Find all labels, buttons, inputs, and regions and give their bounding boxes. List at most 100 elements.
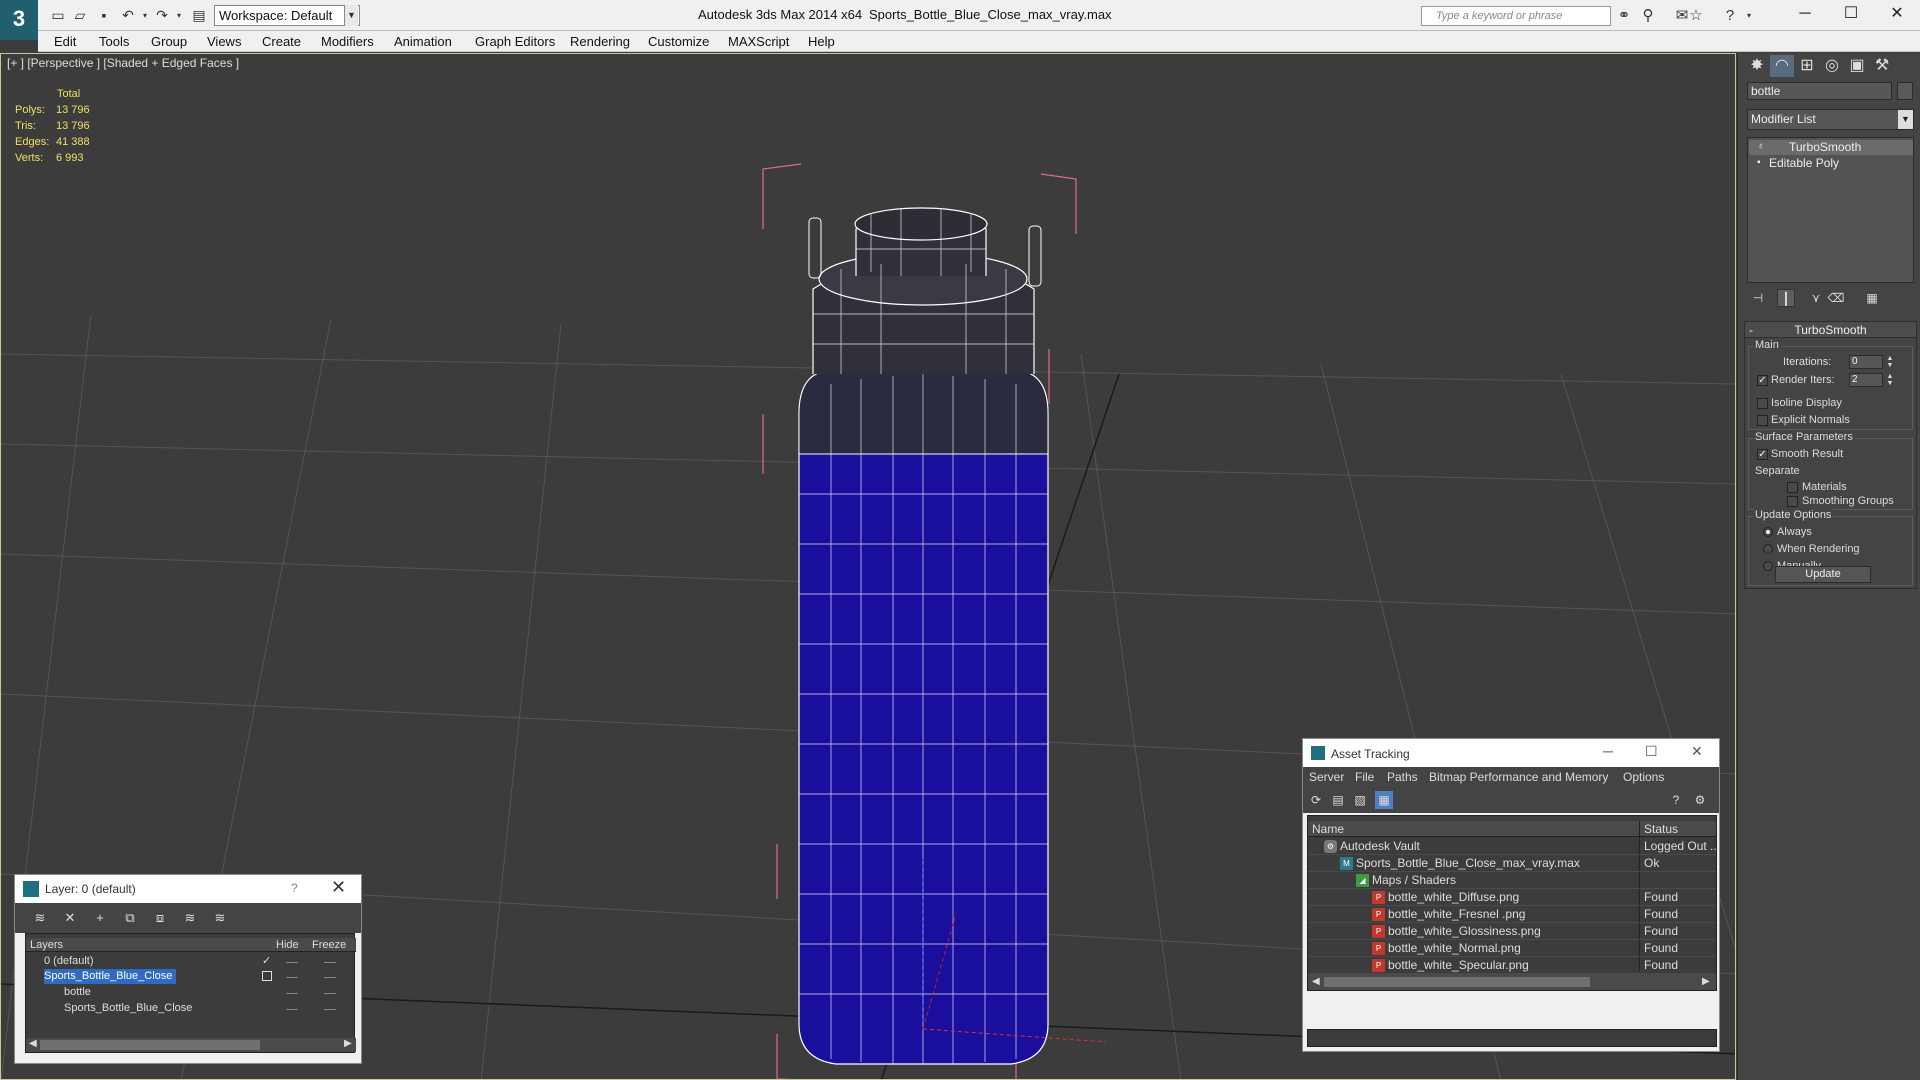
menu-bitmap-performance[interactable]: Bitmap Performance and Memory bbox=[1429, 770, 1608, 784]
search-input[interactable]: Type a keyword or phrase bbox=[1421, 6, 1611, 26]
asset-row[interactable]: M Sports_Bottle_Blue_Close_max_vray.max … bbox=[1308, 855, 1716, 872]
menu-rendering[interactable]: Rendering bbox=[570, 34, 630, 49]
hierarchy-tab-icon[interactable]: ⊞ bbox=[1795, 55, 1819, 77]
remove-modifier-icon[interactable]: ⌫ bbox=[1827, 289, 1845, 307]
asset-row[interactable]: ◢ Maps / Shaders bbox=[1308, 872, 1716, 889]
chevron-down-icon[interactable]: ▼ bbox=[1898, 110, 1913, 129]
asset-row[interactable]: P bottle_white_Specular.png Found bbox=[1308, 957, 1716, 974]
asset-window-titlebar[interactable]: Asset Tracking ─ ☐ ✕ bbox=[1303, 739, 1719, 767]
show-end-result-icon[interactable]: ┃ bbox=[1777, 289, 1795, 307]
subscription-icon[interactable]: ⚲ bbox=[1638, 6, 1658, 26]
horizontal-scrollbar[interactable]: ◀ ▶ bbox=[1308, 974, 1716, 990]
help-dropdown-icon[interactable]: ▾ bbox=[1739, 6, 1759, 26]
isoline-display-checkbox[interactable] bbox=[1757, 398, 1768, 409]
spinner-arrows-icon[interactable]: ▲ ▼ bbox=[1885, 355, 1895, 369]
manually-radio[interactable] bbox=[1763, 561, 1773, 571]
delete-layer-icon[interactable]: ✕ bbox=[61, 909, 79, 927]
scroll-right-icon[interactable]: ▶ bbox=[344, 1038, 352, 1049]
update-button[interactable]: Update bbox=[1775, 566, 1871, 583]
motion-tab-icon[interactable]: ◎ bbox=[1820, 55, 1844, 77]
render-iters-spinner[interactable]: 2 bbox=[1849, 373, 1883, 387]
render-iters-checkbox[interactable]: ✓ bbox=[1757, 375, 1768, 386]
save-file-icon[interactable]: ▪ bbox=[94, 6, 114, 25]
project-folder-icon[interactable]: ▤ bbox=[189, 6, 209, 25]
workspace-dropdown[interactable]: Workspace: Default bbox=[214, 5, 360, 26]
new-file-icon[interactable]: ▭ bbox=[48, 6, 68, 25]
menu-maxscript[interactable]: MAXScript bbox=[728, 34, 789, 49]
maximize-icon[interactable]: ☐ bbox=[1645, 743, 1658, 760]
open-file-icon[interactable]: ▱ bbox=[70, 6, 90, 25]
help-icon[interactable]: ? bbox=[291, 881, 298, 895]
smoothing-groups-checkbox[interactable] bbox=[1787, 496, 1798, 507]
pin-stack-icon[interactable]: ⊣ bbox=[1749, 289, 1767, 307]
thumbnail-view-icon[interactable]: ▧ bbox=[1351, 791, 1369, 809]
list-view-icon[interactable]: ▤ bbox=[1329, 791, 1347, 809]
layer-window-titlebar[interactable]: Layer: 0 (default) ? ✕ bbox=[15, 875, 361, 903]
close-icon[interactable]: ✕ bbox=[331, 877, 346, 898]
lightbulb-icon[interactable]: ♁ bbox=[1757, 141, 1765, 153]
asset-row[interactable]: P bottle_white_Fresnel .png Found bbox=[1308, 906, 1716, 923]
explicit-normals-checkbox[interactable] bbox=[1757, 415, 1768, 426]
iterations-spinner[interactable]: 0 bbox=[1849, 355, 1883, 369]
scroll-left-icon[interactable]: ◀ bbox=[1312, 976, 1320, 987]
asset-row[interactable]: P bottle_white_Normal.png Found bbox=[1308, 940, 1716, 957]
utilities-tab-icon[interactable]: ⚒ bbox=[1870, 55, 1894, 77]
menu-animation[interactable]: Animation bbox=[394, 34, 452, 49]
menu-views[interactable]: Views bbox=[207, 34, 241, 49]
freeze-all-icon[interactable]: ≋ bbox=[211, 909, 229, 927]
help-icon[interactable]: ? bbox=[1720, 6, 1740, 26]
materials-checkbox[interactable] bbox=[1787, 482, 1798, 493]
menu-paths[interactable]: Paths bbox=[1387, 770, 1418, 784]
viewport-label[interactable]: [+ ] [Perspective ] [Shaded + Edged Face… bbox=[7, 56, 239, 70]
scrollbar-thumb[interactable] bbox=[1324, 977, 1590, 987]
menu-server[interactable]: Server bbox=[1309, 770, 1344, 784]
menu-edit[interactable]: Edit bbox=[54, 34, 76, 49]
table-view-icon[interactable]: ▦ bbox=[1375, 791, 1393, 809]
object-color-swatch[interactable] bbox=[1897, 82, 1913, 100]
scroll-right-icon[interactable]: ▶ bbox=[1702, 976, 1710, 987]
horizontal-scrollbar[interactable]: ◀ ▶ bbox=[26, 1038, 356, 1052]
layer-row[interactable]: 0 (default) ✓ bbox=[26, 954, 356, 969]
modify-tab-icon[interactable]: ◠ bbox=[1770, 55, 1794, 77]
refresh-icon[interactable]: ⟳ bbox=[1307, 791, 1325, 809]
close-icon[interactable]: ✕ bbox=[1691, 743, 1703, 760]
asset-row[interactable]: P bottle_white_Diffuse.png Found bbox=[1308, 889, 1716, 906]
make-unique-icon[interactable]: ⋎ bbox=[1807, 289, 1825, 307]
maximize-icon[interactable]: ☐ bbox=[1828, 0, 1874, 30]
menu-modifiers[interactable]: Modifiers bbox=[321, 34, 374, 49]
object-name-input[interactable]: bottle bbox=[1747, 82, 1892, 100]
create-layer-icon[interactable]: ≋ bbox=[31, 909, 49, 927]
menu-help[interactable]: Help bbox=[808, 34, 835, 49]
create-tab-icon[interactable]: ✸ bbox=[1745, 55, 1769, 77]
favorites-star-icon[interactable]: ☆ bbox=[1686, 6, 1706, 26]
asset-row[interactable]: ⚙ Autodesk Vault Logged Out ... bbox=[1308, 838, 1720, 855]
smooth-result-checkbox[interactable]: ✓ bbox=[1757, 449, 1768, 460]
redo-dropdown-icon[interactable]: ▾ bbox=[169, 6, 189, 25]
active-layer-check-icon[interactable]: ✓ bbox=[262, 954, 271, 969]
binoculars-icon[interactable]: ⚭ bbox=[1614, 6, 1634, 26]
minimize-icon[interactable]: ─ bbox=[1603, 743, 1613, 759]
when-rendering-radio[interactable] bbox=[1763, 544, 1773, 554]
column-freeze[interactable]: Freeze bbox=[312, 938, 346, 952]
select-objects-icon[interactable]: ⧉ bbox=[121, 909, 139, 927]
layer-row[interactable]: Sports_Bottle_Blue_Close bbox=[26, 1001, 356, 1016]
column-hide[interactable]: Hide bbox=[276, 938, 299, 952]
app-logo-icon[interactable]: 3 bbox=[0, 0, 38, 40]
asset-row[interactable]: P bottle_white_Glossiness.png Found bbox=[1308, 923, 1716, 940]
column-status[interactable]: Status bbox=[1644, 821, 1678, 837]
help-icon[interactable]: ? bbox=[1667, 791, 1685, 809]
layer-row[interactable]: Sports_Bottle_Blue_Close bbox=[26, 969, 356, 984]
display-tab-icon[interactable]: ▣ bbox=[1845, 55, 1869, 77]
rollout-header[interactable]: - TurboSmooth bbox=[1745, 322, 1916, 338]
menu-graph-editors[interactable]: Graph Editors bbox=[475, 34, 555, 49]
close-icon[interactable]: ✕ bbox=[1874, 0, 1920, 30]
spinner-arrows-icon[interactable]: ▲ ▼ bbox=[1885, 373, 1895, 387]
menu-create[interactable]: Create bbox=[262, 34, 301, 49]
menu-group[interactable]: Group bbox=[151, 34, 187, 49]
add-to-layer-icon[interactable]: + bbox=[91, 909, 109, 927]
modifier-list-dropdown[interactable]: Modifier List bbox=[1747, 109, 1914, 130]
menu-options[interactable]: Options bbox=[1623, 770, 1664, 784]
settings-icon[interactable]: ⚙ bbox=[1691, 791, 1709, 809]
hide-all-icon[interactable]: ≋ bbox=[181, 909, 199, 927]
column-layers[interactable]: Layers bbox=[30, 938, 63, 952]
